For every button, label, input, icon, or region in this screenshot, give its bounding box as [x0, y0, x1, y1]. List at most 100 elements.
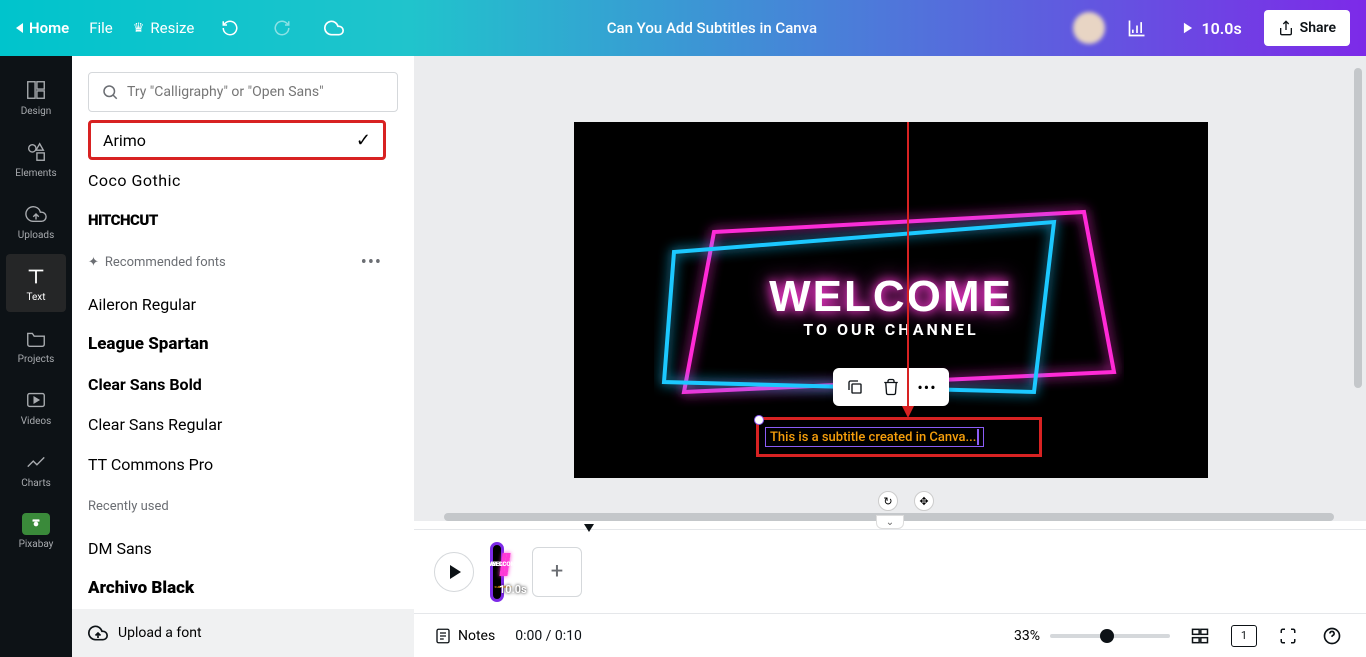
zoom-value: 33% — [1014, 628, 1040, 644]
add-page-button[interactable]: + — [532, 547, 582, 597]
rail-videos-label: Videos — [21, 416, 52, 427]
zoom-slider[interactable] — [1050, 634, 1170, 638]
font-item-tt[interactable]: TT Commons Pro — [88, 444, 398, 484]
share-label: Share — [1300, 20, 1336, 36]
subtitle-text[interactable]: This is a subtitle created in Canva... — [770, 430, 976, 445]
projects-icon — [24, 326, 48, 350]
sync-handle[interactable]: ↻ — [878, 491, 898, 511]
chevron-left-icon — [16, 23, 23, 33]
font-item-clear-reg[interactable]: Clear Sans Regular — [88, 404, 398, 444]
timeline-clip[interactable]: WELCOMEsubtitle WELCOMEsubtitle 10.0s — [490, 542, 504, 602]
font-item-league[interactable]: League Spartan — [88, 324, 398, 364]
resize-handle[interactable] — [754, 415, 764, 425]
design-icon — [24, 78, 48, 102]
rail-charts[interactable]: Charts — [6, 440, 66, 498]
font-name: League Spartan — [88, 334, 209, 354]
canvas-slide[interactable]: WELCOME TO OUR CHANNEL ••• This is a sub… — [574, 122, 1208, 478]
font-item-arimo[interactable]: Arimo ✓ — [88, 120, 386, 160]
font-item-archivo[interactable]: Archivo Black — [88, 568, 398, 608]
rail-text-label: Text — [26, 292, 45, 303]
rail-elements[interactable]: Elements — [6, 130, 66, 188]
rail-elements-label: Elements — [15, 168, 56, 179]
fullscreen-button[interactable] — [1274, 622, 1302, 650]
clip-duration: 10.0s — [499, 583, 527, 596]
font-name: Clear Sans Bold — [88, 375, 202, 394]
present-button[interactable]: 10.0s — [1169, 10, 1253, 46]
share-button[interactable]: Share — [1264, 10, 1350, 46]
help-button[interactable] — [1318, 622, 1346, 650]
more-button[interactable]: ••• — [361, 252, 382, 273]
crown-icon: ♛ — [133, 21, 145, 36]
channel-subheading[interactable]: TO OUR CHANNEL — [803, 320, 978, 339]
font-search-input[interactable] — [127, 84, 385, 100]
font-search[interactable] — [88, 72, 398, 112]
rail-projects[interactable]: Projects — [6, 316, 66, 374]
uploads-icon — [24, 202, 48, 226]
home-label: Home — [29, 19, 69, 37]
duration-label: 10.0s — [1201, 19, 1241, 38]
videos-icon — [24, 388, 48, 412]
font-name: Aileron Regular — [88, 295, 196, 314]
font-item-coco[interactable]: Coco Gothic — [88, 160, 398, 200]
rail-design-label: Design — [21, 106, 52, 117]
rail-text[interactable]: Text — [6, 254, 66, 312]
elements-icon — [24, 140, 48, 164]
play-button[interactable] — [434, 552, 474, 592]
rail-uploads[interactable]: Uploads — [6, 192, 66, 250]
document-title[interactable]: Can You Add Subtitles in Canva — [358, 19, 1065, 37]
resize-label: Resize — [150, 19, 194, 37]
insights-button[interactable] — [1115, 10, 1159, 46]
search-icon — [101, 83, 119, 101]
undo-button[interactable] — [214, 12, 246, 44]
time-display: 0:00 / 0:10 — [515, 628, 582, 644]
upload-icon — [88, 623, 108, 643]
redo-button[interactable] — [266, 12, 298, 44]
checkmark-icon: ✓ — [356, 130, 371, 151]
rail-pixabay[interactable]: Pixabay — [6, 502, 66, 560]
rail-uploads-label: Uploads — [18, 230, 54, 241]
duplicate-button[interactable] — [841, 373, 869, 401]
font-item-dmsans[interactable]: DM Sans — [88, 528, 398, 568]
file-menu[interactable]: File — [89, 19, 113, 37]
vertical-scrollbar[interactable] — [1354, 68, 1362, 509]
rail-projects-label: Projects — [18, 354, 55, 365]
font-item-hitchcut[interactable]: HitchCut — [88, 200, 398, 240]
upload-font-button[interactable]: Upload a font — [72, 609, 414, 657]
rail-videos[interactable]: Videos — [6, 378, 66, 436]
move-handle[interactable]: ✥ — [914, 491, 934, 511]
font-item-aileron[interactable]: Aileron Regular — [88, 284, 398, 324]
welcome-heading[interactable]: WELCOME — [769, 272, 1013, 322]
font-name: Archivo Black — [88, 578, 194, 598]
text-icon — [24, 264, 48, 288]
resize-button[interactable]: ♛ Resize — [133, 19, 195, 37]
font-name: TT Commons Pro — [88, 455, 213, 474]
font-name: DM Sans — [88, 539, 152, 558]
font-name: Coco Gothic — [88, 171, 181, 190]
grid-view-button[interactable] — [1186, 622, 1214, 650]
delete-button[interactable] — [877, 373, 905, 401]
cloud-sync-icon[interactable] — [318, 12, 350, 44]
zoom-knob[interactable] — [1100, 629, 1114, 643]
rail-design[interactable]: Design — [6, 68, 66, 126]
font-item-clear-bold[interactable]: Clear Sans Bold — [88, 364, 398, 404]
charts-icon — [24, 450, 48, 474]
notes-button[interactable]: Notes — [434, 627, 495, 645]
element-more-button[interactable]: ••• — [913, 373, 941, 401]
font-name: HitchCut — [88, 211, 158, 229]
sparkle-icon: ✦ — [88, 255, 99, 270]
user-avatar[interactable] — [1073, 12, 1105, 44]
element-toolbar: ••• — [833, 368, 949, 406]
subtitle-selection[interactable]: This is a subtitle created in Canva... — [756, 417, 1042, 457]
notes-label: Notes — [458, 628, 495, 644]
rail-pixabay-label: Pixabay — [19, 539, 54, 550]
home-button[interactable]: Home — [16, 19, 69, 37]
upload-font-label: Upload a font — [118, 625, 202, 641]
recommended-header: ✦Recommended fonts ••• — [72, 240, 398, 284]
font-name: Arimo — [103, 131, 146, 150]
rail-charts-label: Charts — [21, 478, 51, 489]
playhead[interactable] — [584, 524, 594, 532]
page-indicator[interactable]: 1 — [1230, 622, 1258, 650]
play-icon — [450, 565, 461, 579]
collapse-timeline[interactable]: ⌄ — [876, 515, 904, 529]
recent-header: Recently used — [72, 484, 398, 528]
